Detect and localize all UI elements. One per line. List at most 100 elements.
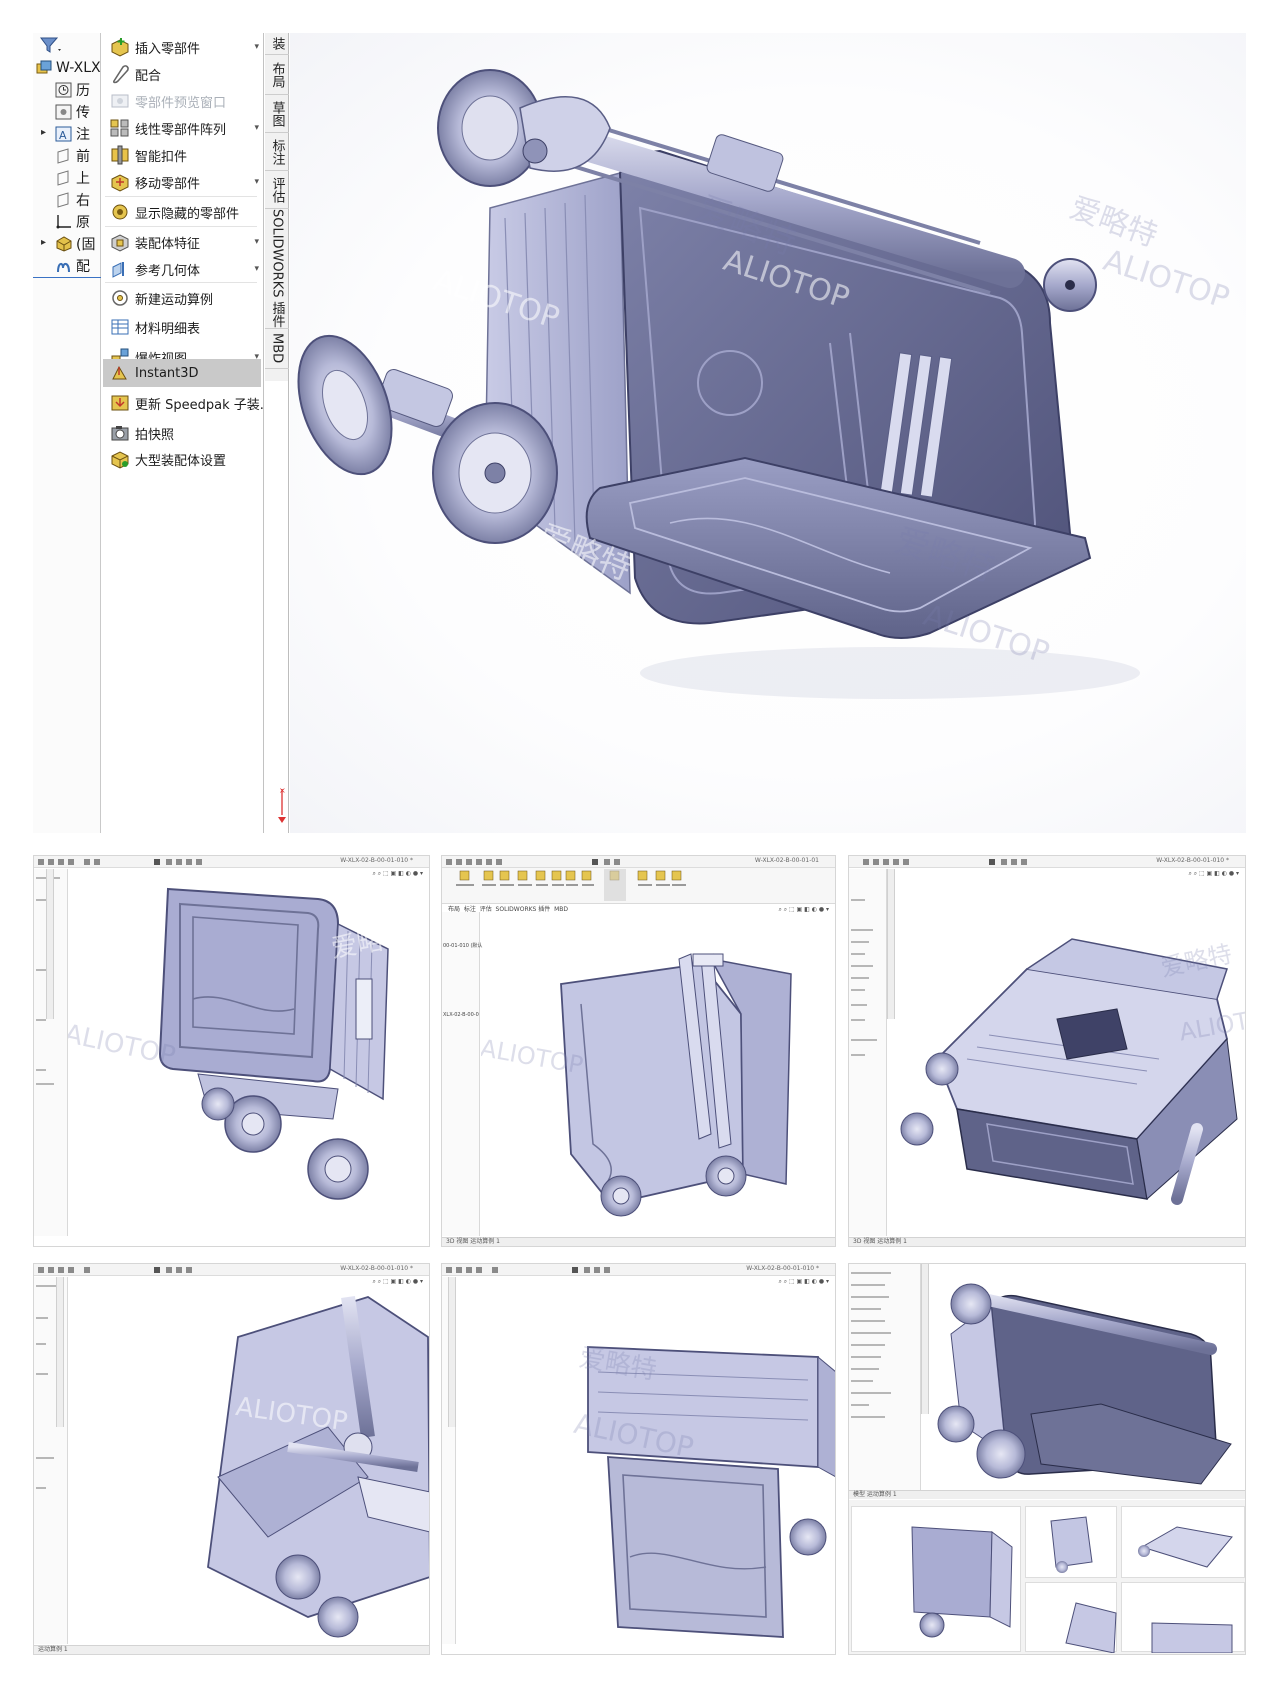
menu-show-hidden[interactable]: 显示隐藏的零部件 [103, 198, 261, 226]
window-title: W-XLX-02-B-00-01-01 [754, 857, 819, 864]
menu-move-component[interactable]: 移动零部件 ▾ [103, 168, 261, 196]
snapshot-icon [109, 423, 131, 443]
tree-item-label: XLX-02-B-00-0 [443, 1012, 479, 1018]
view-toolbar[interactable]: ⌕ ⌕ ⬚ ▣ ◧ ◐ ● ▾ [778, 906, 829, 914]
insert-component-icon [109, 37, 131, 57]
menu-item-label: 材料明细表 [135, 321, 201, 337]
graphics-viewport[interactable]: 爱略特 ALIOTOP [68, 869, 429, 1246]
command-tab-strip [448, 1277, 456, 1427]
tree-item-right-plane[interactable]: 右 [55, 189, 90, 211]
tab-solidworks-addins[interactable]: SOLIDWORKS 插件 [496, 906, 551, 913]
reference-geometry-icon [109, 259, 131, 279]
menu-item-label: 参考几何体 [135, 263, 201, 279]
origin-triad-icon: × [276, 785, 288, 825]
command-menu-panel [849, 1264, 921, 1494]
menu-smart-fasteners[interactable]: 智能扣件 [103, 141, 261, 169]
command-tab-strip: 装 布局 草图 标注 评估 SOLIDWORKS 插件 MBD [265, 33, 289, 381]
menu-instant3d[interactable]: Instant3D [103, 359, 261, 387]
status-bar: 3D 视图 运动算例 1 [849, 1237, 1245, 1246]
command-tab-strip [56, 1277, 64, 1427]
window-title: W-XLX-02-B-00-01-010 * [340, 1265, 413, 1272]
menu-item-label: 显示隐藏的零部件 [135, 206, 240, 222]
thumbnail-6[interactable]: 模型 运动算例 1 [848, 1263, 1246, 1655]
motion-study-icon [109, 288, 131, 308]
tree-item-annotations[interactable]: A 注 [55, 123, 90, 145]
plane-icon [55, 148, 73, 164]
thumbnail-5[interactable]: W-XLX-02-B-00-01-010 * ⌕ ⌕ ⬚ ▣ ◧ ◐ ● ▾ 爱… [441, 1263, 836, 1655]
tab-mbd[interactable]: MBD [265, 329, 289, 369]
speedpak-icon [109, 393, 131, 413]
tab-solidworks-addins[interactable]: SOLIDWORKS 插件 [265, 209, 289, 329]
dropdown-caret-icon[interactable]: ▾ [254, 237, 259, 247]
filter-icon[interactable] [39, 35, 63, 55]
menu-linear-pattern[interactable]: 线性零部件阵列 ▾ [103, 114, 261, 142]
graphics-viewport[interactable] [931, 1264, 1245, 1496]
tab-mbd[interactable]: MBD [554, 906, 568, 913]
menu-item-label: Instant3D [135, 365, 199, 381]
dropdown-caret-icon[interactable]: ▾ [254, 123, 259, 133]
collage-cell-4[interactable] [1025, 1582, 1117, 1654]
feature-tree-panel [849, 869, 887, 1236]
menu-item-label: 更新 Speedpak 子装... [135, 397, 273, 413]
tab-sketch[interactable]: 草图 [265, 95, 289, 133]
assembly-icon [35, 60, 53, 76]
tree-item-label: W-XLX [56, 60, 101, 76]
menu-component-preview[interactable]: 零部件预览窗口 [103, 87, 261, 115]
tree-item-assembly[interactable]: W-XLX [35, 57, 101, 79]
collage-cell-2[interactable] [1025, 1506, 1117, 1578]
menu-reference-geometry[interactable]: 参考几何体 ▾ [103, 255, 261, 283]
tree-item-mates[interactable]: 配 [55, 255, 90, 277]
menu-new-motion-study[interactable]: 新建运动算例 [103, 284, 261, 312]
tab-evaluate[interactable]: 评估 [480, 906, 492, 913]
tab-assembly[interactable]: 装 [265, 33, 289, 55]
menu-bom[interactable]: 材料明细表 [103, 313, 261, 341]
thumbnail-1[interactable]: W-XLX-02-B-00-01-010 * ⌕ ⌕ ⬚ ▣ ◧ ◐ ● ▾ 爱… [33, 855, 430, 1247]
tree-item-origin[interactable]: 原 [55, 211, 90, 233]
instant3d-icon [109, 363, 131, 383]
expand-arrow-icon[interactable]: ▸ [41, 127, 46, 138]
dropdown-caret-icon[interactable]: ▾ [254, 42, 259, 52]
menu-take-snapshot[interactable]: 拍快照 [103, 419, 261, 447]
tree-item-label: 配 [76, 259, 90, 275]
menu-separator [105, 196, 257, 197]
show-hidden-icon [109, 202, 131, 222]
tree-item-sensors[interactable]: 传 [55, 101, 90, 123]
menu-insert-component[interactable]: 插入零部件 ▾ [103, 33, 261, 61]
thumbnail-2[interactable]: W-XLX-02-B-00-01-01 布局 标注 评估 SOLIDWORKS … [441, 855, 836, 1247]
menu-item-label: 零部件预览窗口 [135, 95, 227, 111]
collage-cell-3[interactable] [1121, 1506, 1245, 1578]
graphics-viewport[interactable]: 爱略特 ALIOTOP [481, 914, 835, 1238]
dropdown-caret-icon[interactable]: ▾ [254, 177, 259, 187]
annotations-icon: A [55, 126, 73, 142]
collage-cell-1[interactable] [851, 1506, 1021, 1652]
tree-item-label: 00-01-010 (默认 [443, 943, 483, 949]
menu-update-speedpak[interactable]: 更新 Speedpak 子装... [103, 389, 272, 417]
dropdown-caret-icon[interactable]: ▾ [254, 264, 259, 274]
graphics-viewport[interactable]: ALIOTOP [68, 1277, 429, 1645]
graphics-viewport[interactable]: 爱略特 ALIOTOP [897, 869, 1245, 1237]
tab-evaluate[interactable]: 评估 [265, 171, 289, 209]
tree-item-fixed-part[interactable]: (固 [55, 233, 95, 255]
tree-item-history[interactable]: 历 [55, 79, 90, 101]
thumbnail-3[interactable]: W-XLX-02-B-00-01-010 * ⌕ ⌕ ⬚ ▣ ◧ ◐ ● ▾ 爱… [848, 855, 1246, 1247]
tab-layout[interactable]: 布局 [265, 55, 289, 95]
menu-item-label: 装配体特征 [135, 236, 201, 252]
status-bar: 运动算例 1 [34, 1645, 429, 1654]
tree-item-label: 上 [76, 171, 90, 187]
expand-arrow-icon[interactable]: ▸ [41, 237, 46, 248]
collage-cell-5[interactable] [1121, 1582, 1245, 1654]
menu-mate[interactable]: 配合 [103, 60, 261, 88]
tab-markup[interactable]: 标注 [265, 133, 289, 171]
tree-item-top-plane[interactable]: 上 [55, 167, 90, 189]
part-icon [55, 236, 73, 252]
graphics-viewport[interactable]: 爱略特 ALIOTOP 爱略特 ALIOTOP 爱略特 爱略特 ALIOTOP … [290, 33, 1246, 833]
tree-item-label: 右 [76, 193, 90, 209]
history-icon [55, 82, 73, 98]
tree-item-front-plane[interactable]: 前 [55, 145, 90, 167]
menu-large-assembly-settings[interactable]: 大型装配体设置 [103, 445, 261, 473]
command-strip-tail [265, 381, 289, 833]
menu-assembly-features[interactable]: 装配体特征 ▾ [103, 228, 261, 256]
thumbnail-4[interactable]: W-XLX-02-B-00-01-010 * ⌕ ⌕ ⬚ ▣ ◧ ◐ ● ▾ A… [33, 1263, 430, 1655]
graphics-viewport[interactable]: 爱略特 ALIOTOP [458, 1277, 835, 1654]
status-bar: 模型 运动算例 1 [849, 1490, 1245, 1499]
